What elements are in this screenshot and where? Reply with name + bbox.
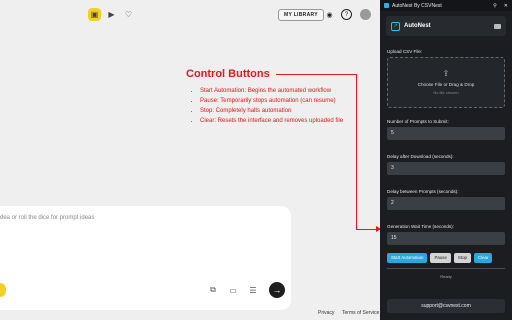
youtube-icon[interactable] <box>494 23 501 29</box>
field-label: Delay after Download (seconds): <box>387 154 454 159</box>
control-buttons: Start Automation Pause Stop Clear <box>387 253 505 263</box>
window-title: AutoNest By CSVNest <box>392 2 442 9</box>
annotation-list: Start Automation: Begins the automated w… <box>186 86 356 126</box>
privacy-link[interactable]: Privacy <box>318 310 334 316</box>
brand-name: AutoNest <box>404 23 431 29</box>
prompts-count-input[interactable]: 5 <box>387 127 505 140</box>
clear-button[interactable]: Clear <box>473 253 493 263</box>
image-upload-icon[interactable]: ▭ <box>228 285 238 295</box>
main-app-area: ▣ ▶ ♡ MY LIBRARY ◉ ? Control Buttons Sta… <box>0 0 380 320</box>
start-automation-button[interactable]: Start Automation <box>387 253 428 263</box>
dropzone-text: Choose File or Drag & Drop <box>417 82 475 87</box>
field-label: Number of Prompts to Submit: <box>387 119 449 124</box>
pin-icon[interactable]: ⚲ <box>493 3 497 9</box>
generation-wait-input[interactable]: 15 <box>387 232 505 245</box>
file-dropzone[interactable]: ⇪ Choose File or Drag & Drop No file cho… <box>387 57 505 108</box>
download-delay-input[interactable]: 3 <box>387 162 505 175</box>
image-mode-icon[interactable]: ▣ <box>88 8 101 21</box>
upload-label: Upload CSV File: <box>387 49 423 54</box>
discord-icon[interactable]: ◉ <box>324 9 335 20</box>
annotation-item: Pause: Temporarily stops automation (can… <box>200 96 356 106</box>
support-email-link[interactable]: support@csvnest.com <box>387 299 505 313</box>
pause-button[interactable]: Pause <box>430 253 451 263</box>
terms-link[interactable]: Terms of Service <box>342 310 379 316</box>
annotation-item: Stop: Completely halts automation <box>200 106 356 116</box>
annotation-item: Clear: Resets the interface and removes … <box>200 116 356 126</box>
mode-toolbar: ▣ ▶ ♡ <box>88 8 135 21</box>
brand-header: ↗ AutoNest <box>386 16 506 36</box>
close-icon[interactable]: ✕ <box>504 3 508 9</box>
field-label: Delay between Prompts (seconds): <box>387 189 459 194</box>
video-mode-icon[interactable]: ▶ <box>105 8 118 21</box>
prompt-delay-input[interactable]: 2 <box>387 197 505 210</box>
help-icon[interactable]: ? <box>341 9 352 20</box>
annotation-arrow-line <box>356 74 357 230</box>
my-library-button[interactable]: MY LIBRARY <box>278 9 324 21</box>
status-text: Ready <box>440 274 452 279</box>
autonest-brand-icon: ↗ <box>391 21 400 31</box>
prompt-placeholder[interactable]: dea or roll the dice for prompt ideas <box>0 215 94 221</box>
control-buttons-annotation: Control Buttons Start Automation: Begins… <box>186 68 356 126</box>
send-button[interactable]: → <box>269 282 285 298</box>
autonest-logo-icon <box>384 3 389 8</box>
panel-titlebar: AutoNest By CSVNest ⚲ ✕ <box>380 0 512 11</box>
heart-icon[interactable]: ♡ <box>122 8 135 21</box>
stop-button[interactable]: Stop <box>453 253 471 263</box>
annotation-item: Start Automation: Begins the automated w… <box>200 86 356 96</box>
annotation-arrow-line <box>276 74 357 75</box>
upload-icon: ⇪ <box>442 69 450 78</box>
extension-panel: AutoNest By CSVNest ⚲ ✕ ↗ AutoNest Uploa… <box>380 0 512 320</box>
file-status-text: No file chosen <box>433 90 459 95</box>
divider <box>387 268 505 269</box>
image-ratio-icon[interactable]: ⧉ <box>208 285 218 295</box>
settings-sliders-icon[interactable]: ☰ <box>248 285 258 295</box>
field-label: Generation Wait Time (seconds): <box>387 224 454 229</box>
avatar[interactable] <box>360 9 371 20</box>
